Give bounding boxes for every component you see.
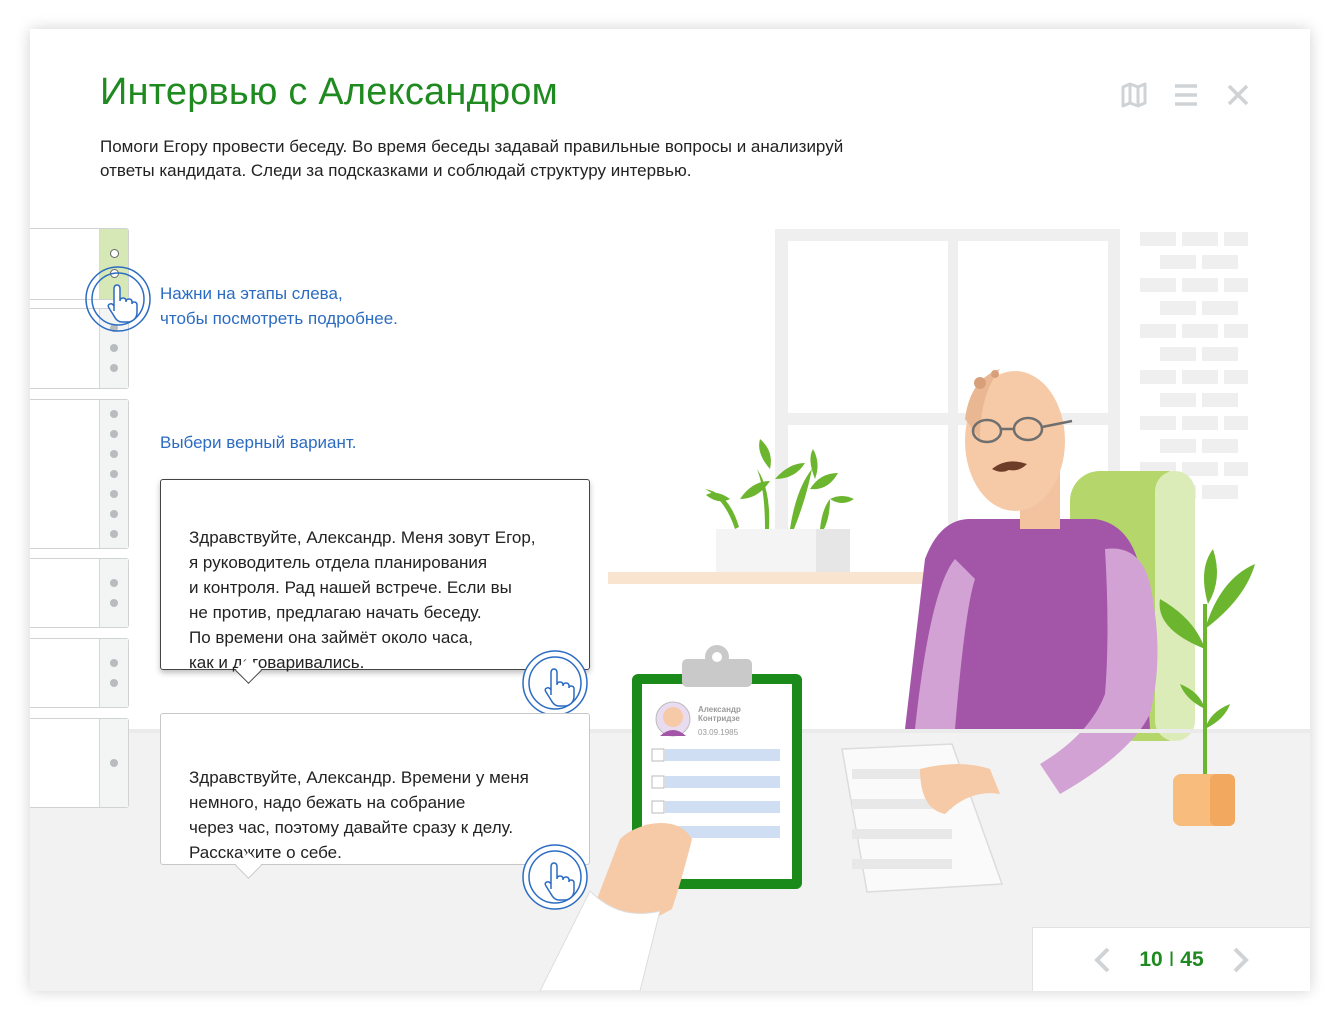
answer-option-1-text: Здравствуйте, Александр. Меня зовут Егор… — [189, 528, 536, 672]
select-option-2-icon[interactable] — [521, 843, 589, 911]
slide-card: Интервью с Александром Помоги Егору пров… — [30, 29, 1310, 991]
choice-prompt: Выбери верный вариант. — [160, 433, 357, 452]
top-toolbar — [1120, 81, 1252, 109]
stage-tab-4[interactable] — [30, 558, 129, 628]
page-separator: I — [1168, 947, 1175, 971]
menu-icon[interactable] — [1172, 81, 1200, 109]
answer-option-1[interactable]: Здравствуйте, Александр. Меня зовут Егор… — [160, 479, 590, 684]
total-pages: 45 — [1180, 947, 1204, 971]
page-counter: 10 I 45 — [1139, 948, 1203, 972]
stage-tab-5[interactable] — [30, 638, 129, 708]
close-icon[interactable] — [1224, 81, 1252, 109]
answer-option-2-text: Здравствуйте, Александр. Времени у меня … — [189, 768, 529, 862]
map-icon[interactable] — [1120, 81, 1148, 109]
page-title: Интервью с Александром — [100, 71, 558, 113]
select-option-1-icon[interactable] — [521, 649, 589, 717]
touch-hint-icon — [85, 266, 151, 332]
prev-page-icon[interactable] — [1093, 946, 1111, 974]
page-subtitle: Помоги Егору провести беседу. Во время б… — [100, 137, 844, 180]
pager: 10 I 45 — [1032, 927, 1310, 991]
clipboard-date: 03.09.1985 — [698, 728, 739, 737]
clipboard-name: Александр Контридзе — [698, 705, 741, 723]
stage-tab-3[interactable] — [30, 399, 129, 549]
stage-tab-6[interactable] — [30, 718, 129, 808]
next-page-icon[interactable] — [1232, 946, 1250, 974]
hint-text: Нажни на этапы слева, чтобы посмотреть п… — [160, 284, 398, 328]
current-page: 10 — [1139, 947, 1163, 971]
